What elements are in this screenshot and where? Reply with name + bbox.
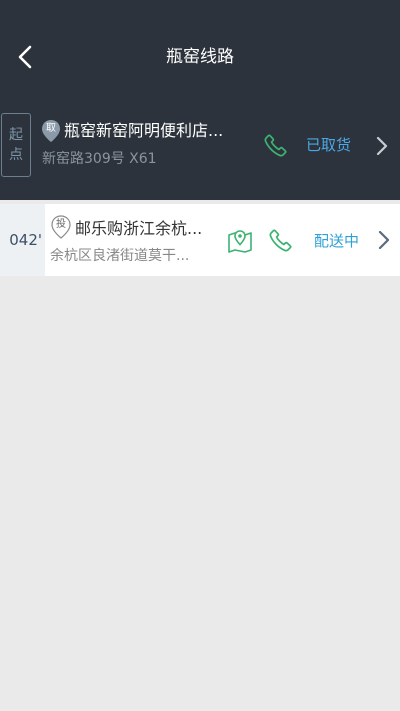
order-name: 邮乐购浙江余杭... <box>75 219 203 238</box>
phone-icon[interactable] <box>268 227 294 253</box>
header: 瓶窑线路 起 点 取 瓶窑新窑阿明便利店... 新窑路309号 X61 已取货 <box>0 0 400 200</box>
chevron-right-icon[interactable] <box>376 228 392 252</box>
pickup-pin-label: 取 <box>46 123 56 134</box>
order-address: 余杭区良渚街道莫干... <box>50 248 190 264</box>
map-location-icon[interactable] <box>226 226 254 254</box>
delivery-pin-icon: 投 <box>51 215 71 239</box>
pickup-pin-icon: 取 <box>41 119 61 143</box>
start-point-address: 新窑路309号 X61 <box>42 151 157 167</box>
start-point-status: 已取货 <box>306 136 352 154</box>
delivery-pin-label: 投 <box>56 219 66 230</box>
phone-icon[interactable] <box>263 132 289 158</box>
order-status: 配送中 <box>314 232 360 250</box>
start-tag-line1: 起 <box>9 127 23 143</box>
order-card[interactable]: 042' 投 邮乐购浙江余杭... 余杭区良渚街道莫干... 配送中 <box>0 204 400 276</box>
start-point-name: 瓶窑新窑阿明便利店... <box>64 121 224 140</box>
start-point-row[interactable]: 起 点 取 瓶窑新窑阿明便利店... 新窑路309号 X61 已取货 <box>0 105 400 185</box>
start-point-tag: 起 点 <box>1 113 31 177</box>
chevron-right-icon[interactable] <box>374 134 390 158</box>
order-number-text: 042' <box>9 231 42 249</box>
page-title: 瓶窑线路 <box>166 47 234 67</box>
order-number: 042' <box>0 204 45 276</box>
start-tag-line2: 点 <box>9 147 23 163</box>
